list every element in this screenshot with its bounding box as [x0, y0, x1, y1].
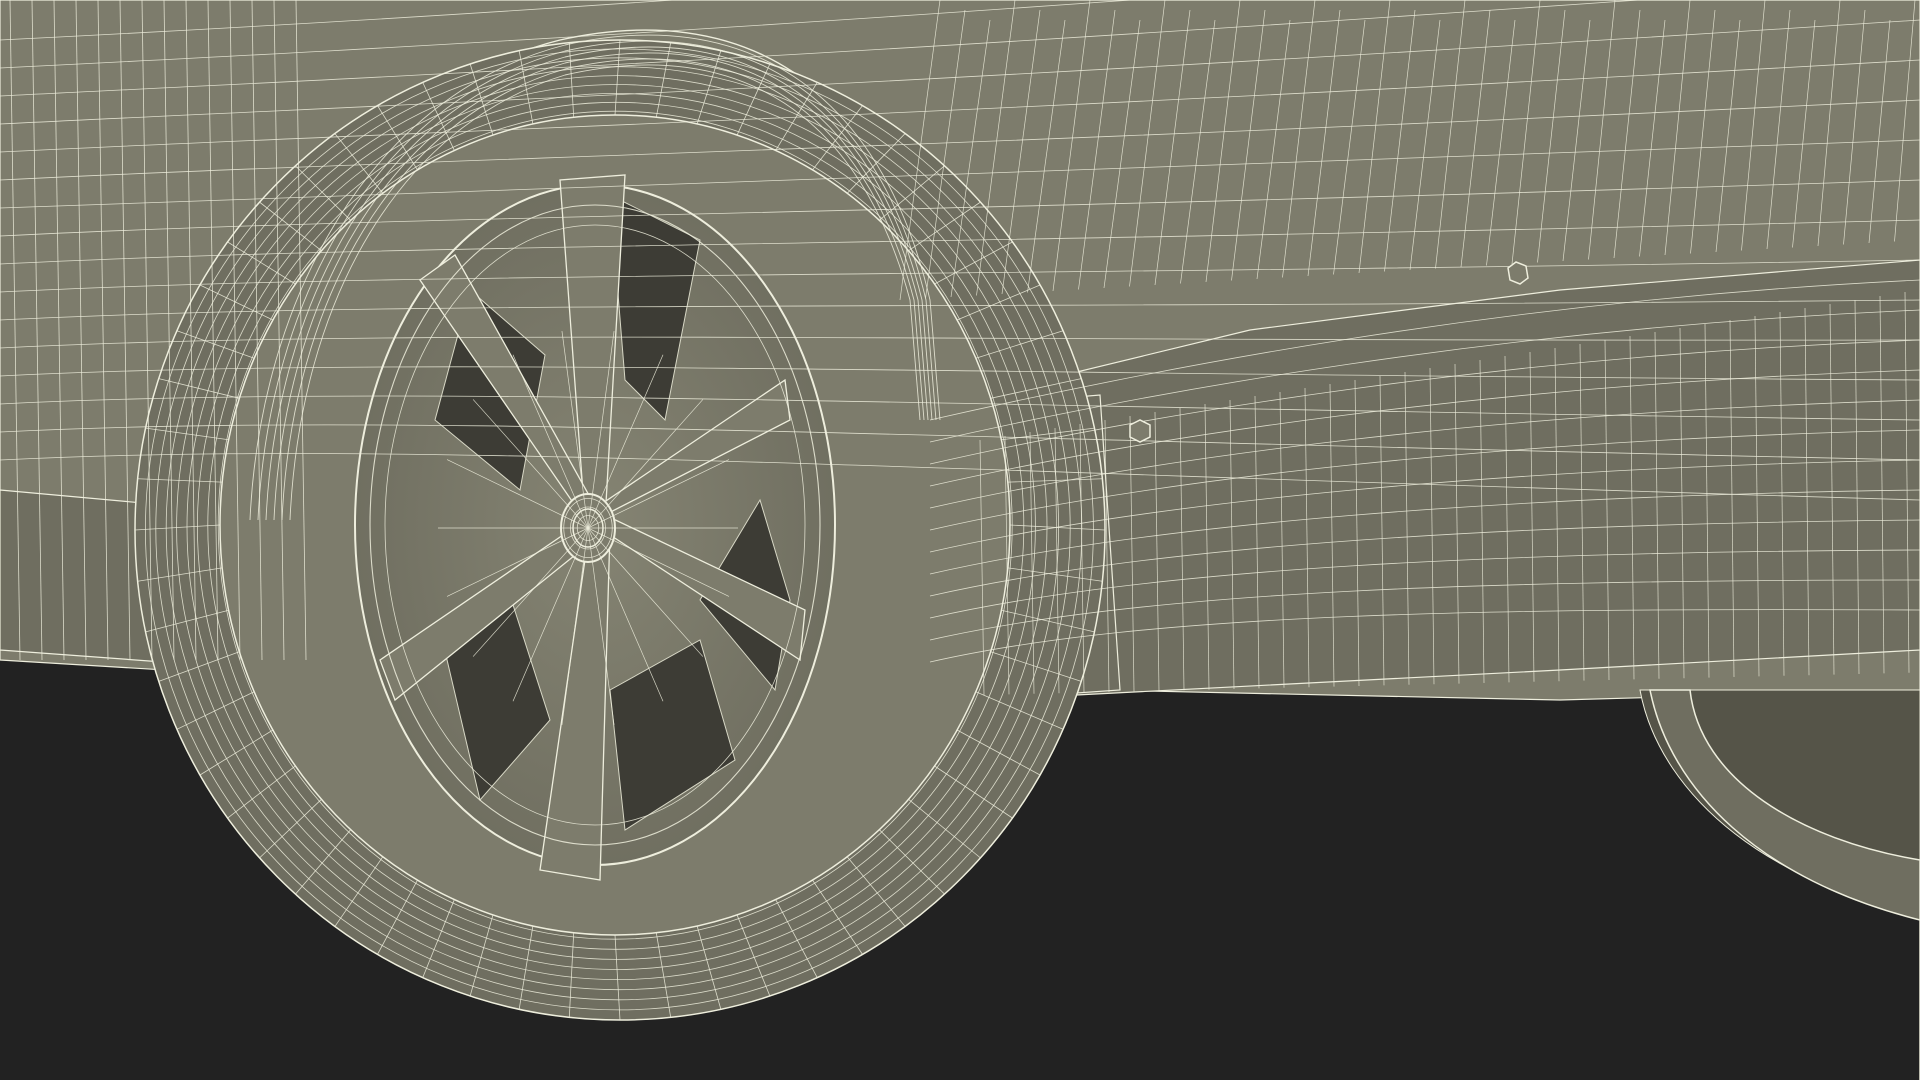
render-viewport	[0, 0, 1920, 1080]
sensor-dot	[1129, 419, 1151, 443]
front-wheel	[134, 39, 1106, 1021]
sensor-dot	[1507, 261, 1529, 285]
